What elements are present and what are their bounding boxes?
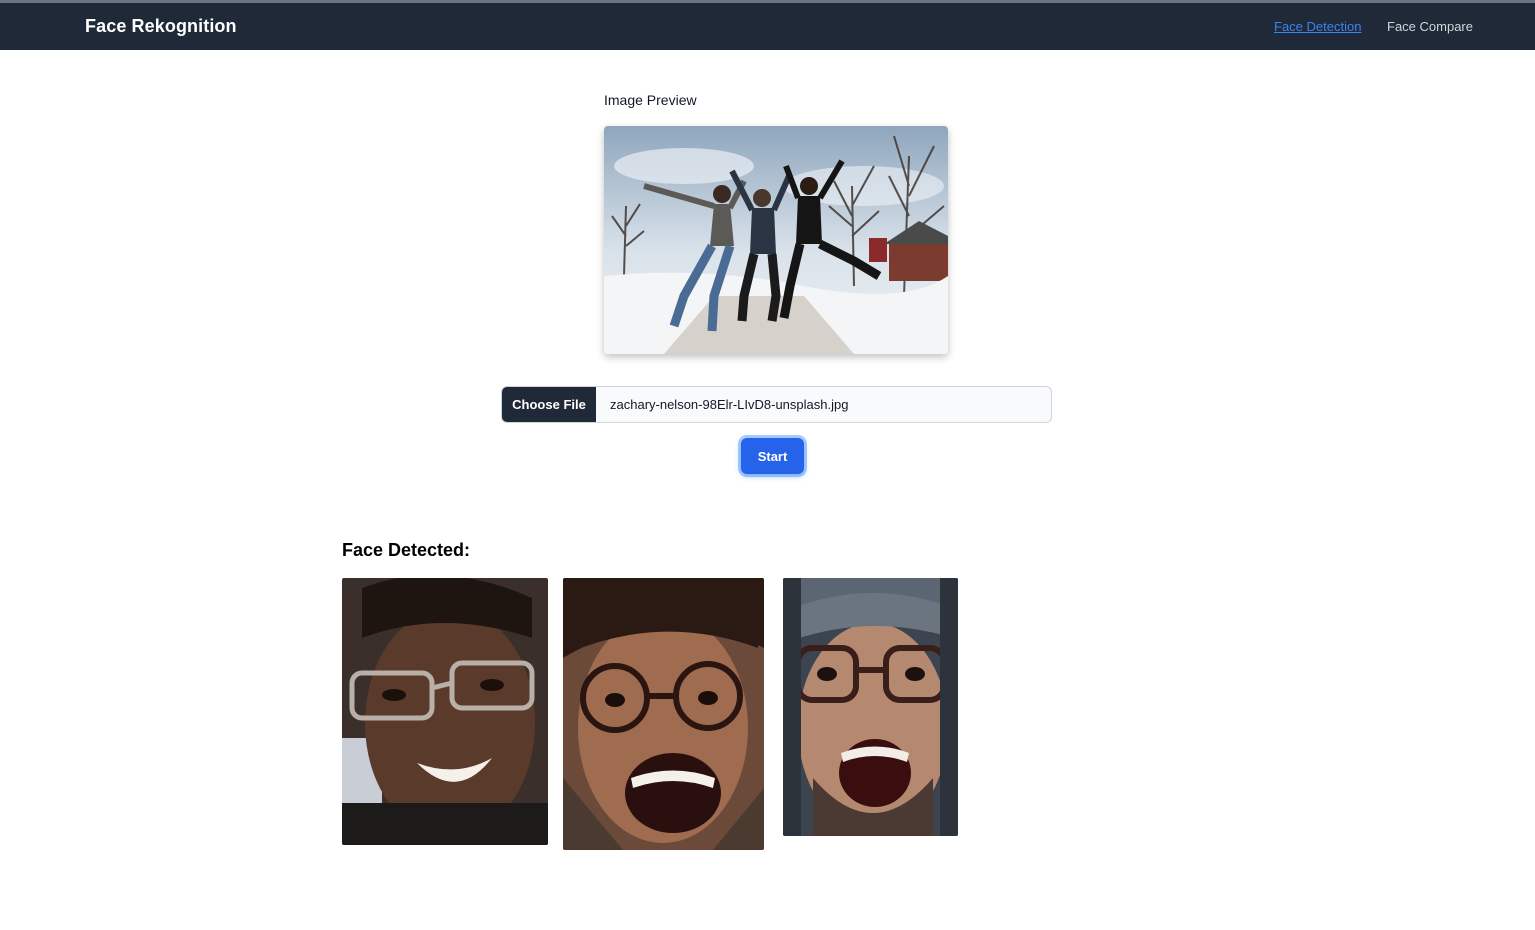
file-input[interactable]: Choose File zachary-nelson-98Elr-LIvD8-u… <box>501 386 1052 423</box>
faces-detected-heading: Face Detected: <box>342 540 471 560</box>
nav-link-face-compare[interactable]: Face Compare <box>1387 19 1473 34</box>
selected-file-name: zachary-nelson-98Elr-LIvD8-unsplash.jpg <box>610 397 849 412</box>
preview-photo <box>604 126 948 354</box>
start-button[interactable]: Start <box>741 438 804 474</box>
brand-title[interactable]: Face Rekognition <box>85 16 237 37</box>
navbar: Face Rekognition Face Detection Face Com… <box>0 3 1535 50</box>
choose-file-button[interactable]: Choose File <box>502 387 596 422</box>
detected-face-3 <box>783 578 958 836</box>
detected-face-1 <box>342 578 548 845</box>
image-preview <box>604 126 948 354</box>
detected-face-2 <box>563 578 764 850</box>
nav-link-face-detection[interactable]: Face Detection <box>1274 19 1361 34</box>
image-preview-label: Image Preview <box>604 92 697 108</box>
